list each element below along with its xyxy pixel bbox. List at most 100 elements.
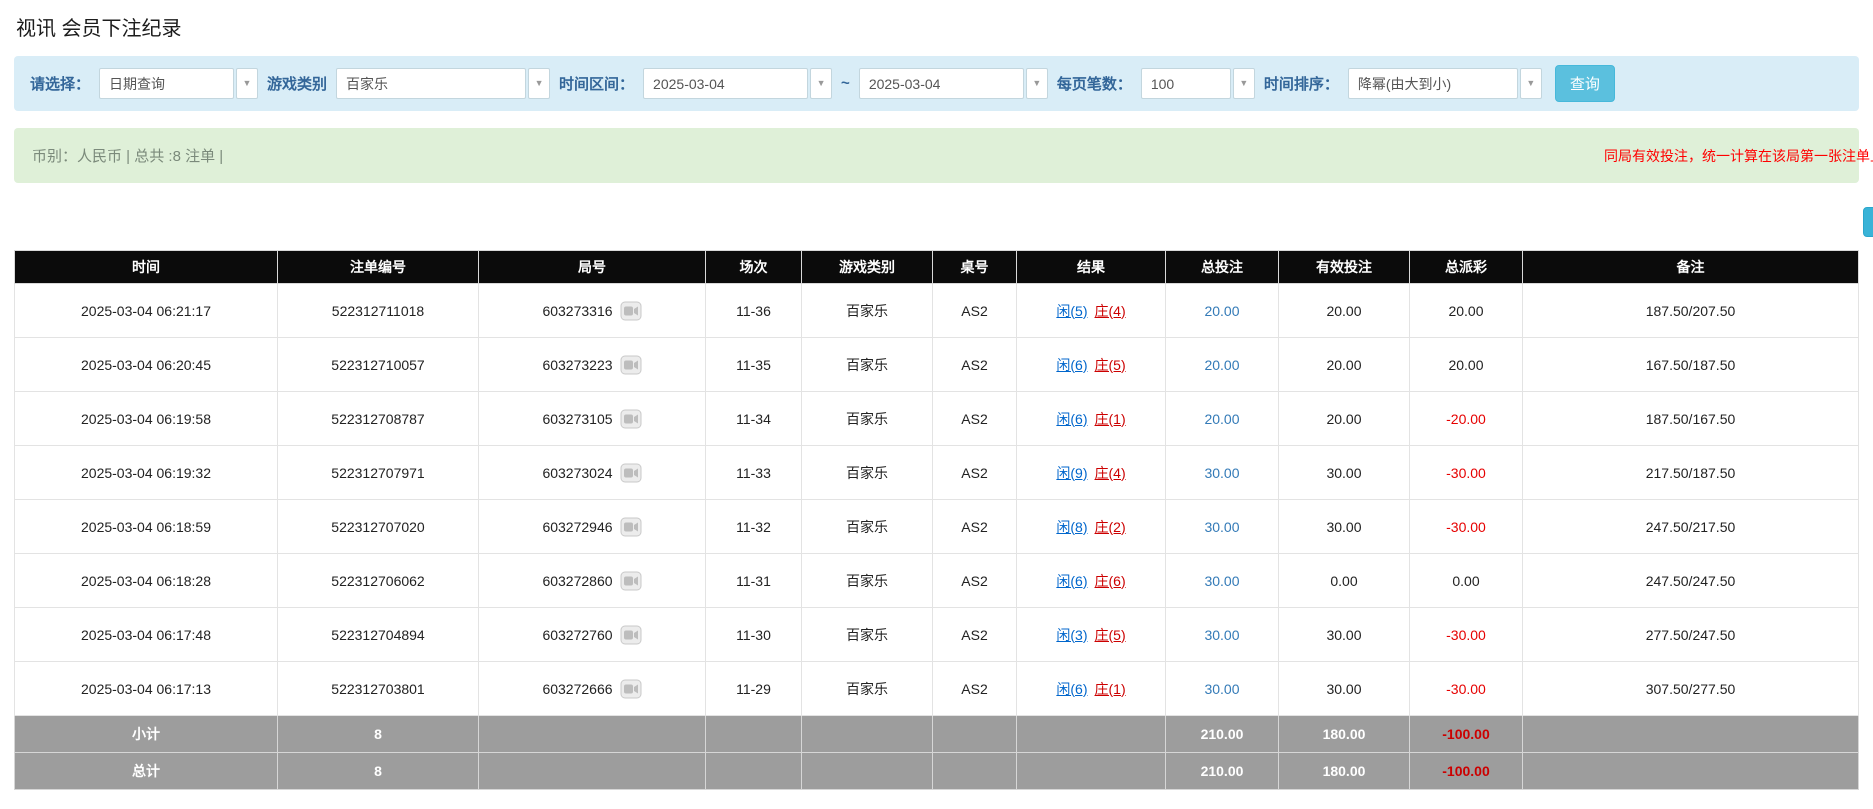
video-replay-icon[interactable] [620, 301, 642, 321]
cell-total-bet[interactable]: 20.00 [1166, 284, 1279, 338]
result-banker-link[interactable]: 庄(5) [1095, 357, 1126, 373]
result-banker-link[interactable]: 庄(5) [1095, 627, 1126, 643]
video-replay-icon[interactable] [620, 679, 642, 699]
time-sort-dropdown-button[interactable]: ▼ [1520, 68, 1542, 99]
cell-remark: 247.50/217.50 [1523, 500, 1859, 554]
cell-result: 闲(9) 庄(4) [1017, 446, 1166, 500]
cell-valid-bet: 30.00 [1279, 500, 1410, 554]
date-to-dropdown-button[interactable]: ▼ [1026, 68, 1048, 99]
result-player-link[interactable]: 闲(8) [1056, 519, 1087, 535]
cell-session: 11-35 [706, 338, 802, 392]
round-number: 603272860 [542, 573, 612, 589]
cell-payout: -30.00 [1410, 500, 1523, 554]
chevron-down-icon: ▼ [817, 79, 826, 88]
cell-total-bet[interactable]: 30.00 [1166, 500, 1279, 554]
video-replay-icon[interactable] [620, 517, 642, 537]
cell-result: 闲(3) 庄(5) [1017, 608, 1166, 662]
page-size-dropdown-button[interactable]: ▼ [1233, 68, 1255, 99]
search-button[interactable]: 查询 [1555, 65, 1615, 102]
cell-game: 百家乐 [802, 284, 933, 338]
table-row: 2025-03-04 06:19:32 522312707971 6032730… [15, 446, 1859, 500]
video-replay-icon[interactable] [620, 571, 642, 591]
page-size-input[interactable] [1141, 68, 1231, 99]
page-title: 视讯 会员下注纪录 [16, 16, 1857, 42]
cell-time: 2025-03-04 06:19:58 [15, 392, 278, 446]
table-row: 2025-03-04 06:19:58 522312708787 6032731… [15, 392, 1859, 446]
cell-result: 闲(5) 庄(4) [1017, 284, 1166, 338]
table-row: 2025-03-04 06:17:13 522312703801 6032726… [15, 662, 1859, 716]
cell-session: 11-36 [706, 284, 802, 338]
date-from-dropdown-button[interactable]: ▼ [810, 68, 832, 99]
summary-text: 币别：人民币 | 总共 :8 注单 | [32, 145, 223, 166]
round-number: 603272666 [542, 681, 612, 697]
page-size-combobox: ▼ [1141, 68, 1255, 99]
result-banker-link[interactable]: 庄(6) [1095, 573, 1126, 589]
partial-hidden-button[interactable] [1863, 207, 1873, 237]
round-number: 603272760 [542, 627, 612, 643]
result-player-link[interactable]: 闲(3) [1056, 627, 1087, 643]
round-number: 603273105 [542, 411, 612, 427]
cell-table-no: AS2 [933, 554, 1017, 608]
result-banker-link[interactable]: 庄(4) [1095, 303, 1126, 319]
game-type-dropdown-button[interactable]: ▼ [528, 68, 550, 99]
chevron-down-icon: ▼ [535, 79, 544, 88]
result-banker-link[interactable]: 庄(2) [1095, 519, 1126, 535]
cell-total-bet[interactable]: 20.00 [1166, 338, 1279, 392]
cell-payout: -30.00 [1410, 608, 1523, 662]
total-row: 总计 8 210.00 180.00 -100.00 [15, 753, 1859, 790]
cell-time: 2025-03-04 06:20:45 [15, 338, 278, 392]
cell-total-bet[interactable]: 30.00 [1166, 446, 1279, 500]
result-player-link[interactable]: 闲(6) [1056, 411, 1087, 427]
date-from-input[interactable] [643, 68, 808, 99]
round-number: 603273024 [542, 465, 612, 481]
date-to-input[interactable] [859, 68, 1024, 99]
time-sort-combobox: ▼ [1348, 68, 1542, 99]
video-replay-icon[interactable] [620, 463, 642, 483]
bet-records-table: 时间 注单编号 局号 场次 游戏类别 桌号 结果 总投注 有效投注 总派彩 备注… [14, 250, 1859, 790]
cell-valid-bet: 30.00 [1279, 446, 1410, 500]
subtotal-total-bet: 210.00 [1166, 716, 1279, 753]
cell-table-no: AS2 [933, 446, 1017, 500]
result-player-link[interactable]: 闲(6) [1056, 357, 1087, 373]
cell-payout: 20.00 [1410, 338, 1523, 392]
chevron-down-icon: ▼ [243, 79, 252, 88]
result-player-link[interactable]: 闲(5) [1056, 303, 1087, 319]
video-replay-icon[interactable] [620, 355, 642, 375]
cell-session: 11-30 [706, 608, 802, 662]
result-player-link[interactable]: 闲(9) [1056, 465, 1087, 481]
page-size-label: 每页笔数： [1057, 73, 1132, 94]
cell-round: 603273316 [479, 284, 706, 338]
result-banker-link[interactable]: 庄(4) [1095, 465, 1126, 481]
cell-time: 2025-03-04 06:21:17 [15, 284, 278, 338]
result-banker-link[interactable]: 庄(1) [1095, 411, 1126, 427]
video-replay-icon[interactable] [620, 625, 642, 645]
round-number: 603273316 [542, 303, 612, 319]
cell-bet-id: 522312710057 [278, 338, 479, 392]
query-type-input[interactable] [99, 68, 234, 99]
cell-game: 百家乐 [802, 338, 933, 392]
cell-session: 11-32 [706, 500, 802, 554]
subtotal-count: 8 [278, 716, 479, 753]
header-result: 结果 [1017, 251, 1166, 284]
time-sort-input[interactable] [1348, 68, 1518, 99]
table-row: 2025-03-04 06:17:48 522312704894 6032727… [15, 608, 1859, 662]
filter-bar: 请选择： ▼ 游戏类别 ▼ 时间区间： ▼ ~ ▼ 每页笔数： ▼ 时间排序： … [14, 56, 1859, 111]
cell-total-bet[interactable]: 20.00 [1166, 392, 1279, 446]
query-type-dropdown-button[interactable]: ▼ [236, 68, 258, 99]
cell-total-bet[interactable]: 30.00 [1166, 662, 1279, 716]
cell-total-bet[interactable]: 30.00 [1166, 554, 1279, 608]
result-banker-link[interactable]: 庄(1) [1095, 681, 1126, 697]
cell-time: 2025-03-04 06:17:13 [15, 662, 278, 716]
cell-session: 11-34 [706, 392, 802, 446]
cell-total-bet[interactable]: 30.00 [1166, 608, 1279, 662]
game-type-input[interactable] [336, 68, 526, 99]
header-total-bet: 总投注 [1166, 251, 1279, 284]
result-player-link[interactable]: 闲(6) [1056, 681, 1087, 697]
video-replay-icon[interactable] [620, 409, 642, 429]
cell-remark: 277.50/247.50 [1523, 608, 1859, 662]
cell-remark: 247.50/247.50 [1523, 554, 1859, 608]
result-player-link[interactable]: 闲(6) [1056, 573, 1087, 589]
cell-bet-id: 522312706062 [278, 554, 479, 608]
cell-table-no: AS2 [933, 284, 1017, 338]
table-row: 2025-03-04 06:18:28 522312706062 6032728… [15, 554, 1859, 608]
